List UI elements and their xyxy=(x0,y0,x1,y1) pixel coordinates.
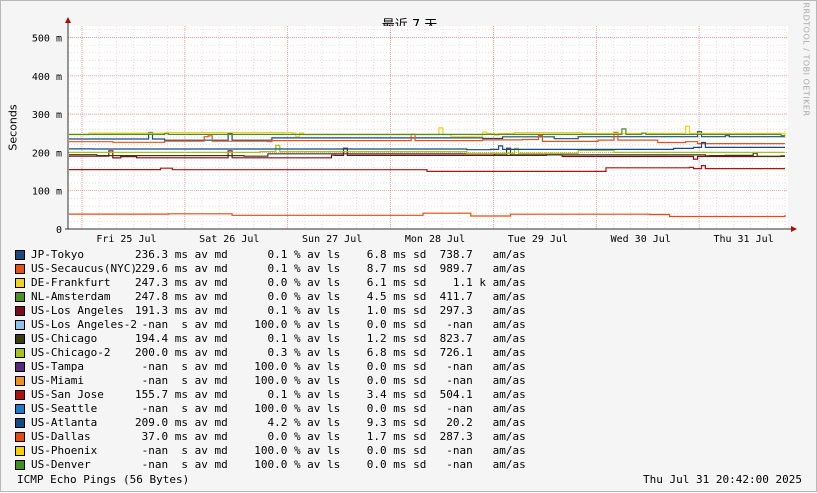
x-tick-label: Sun 27 Jul xyxy=(302,234,362,245)
legend-series-stats: -nan s av md 100.0 % av ls 0.0 ms sd -na… xyxy=(135,318,526,331)
legend-swatch xyxy=(15,278,25,288)
y-tick-label: 400 m xyxy=(32,72,62,83)
legend-series-stats: 194.4 ms av md 0.1 % av ls 1.2 ms sd 823… xyxy=(135,332,526,345)
legend-series-stats: 209.0 ms av md 4.2 % av ls 9.3 ms sd 20.… xyxy=(135,416,526,429)
legend-swatch xyxy=(15,460,25,470)
legend-swatch xyxy=(15,250,25,260)
legend-series-name: JP-Tokyo xyxy=(31,248,84,261)
legend-swatch xyxy=(15,390,25,400)
y-tick-label: 100 m xyxy=(32,187,62,198)
legend-series-name: DE-Frankfurt xyxy=(31,276,111,289)
x-tick-label: Mon 28 Jul xyxy=(405,234,465,245)
legend-series-name: US-Secaucus(NYC) xyxy=(31,262,137,275)
legend-series-stats: 229.6 ms av md 0.1 % av ls 8.7 ms sd 989… xyxy=(135,262,526,275)
x-tick-label: Thu 31 Jul xyxy=(713,234,773,245)
legend-series-stats: 247.3 ms av md 0.0 % av ls 6.1 ms sd 1.1… xyxy=(135,276,526,289)
legend-series-name: US-Phoenix xyxy=(31,444,98,457)
legend-series-name: US-Dallas xyxy=(31,430,91,443)
legend-series-stats: -nan s av md 100.0 % av ls 0.0 ms sd -na… xyxy=(135,458,526,471)
x-tick-label: Fri 25 Jul xyxy=(96,234,156,245)
legend-series-stats: -nan s av md 100.0 % av ls 0.0 ms sd -na… xyxy=(135,360,526,373)
y-tick-label: 0 xyxy=(56,225,62,236)
rrd-graph: 最近 7 天 Seconds RRDTOOL / TOBI OETIKER 01… xyxy=(0,0,817,492)
legend-series-name: US-Chicago-2 xyxy=(31,346,111,359)
legend-series-stats: 236.3 ms av md 0.1 % av ls 6.8 ms sd 738… xyxy=(135,248,526,261)
legend-swatch xyxy=(15,306,25,316)
legend-series-stats: 37.0 ms av md 0.0 % av ls 1.7 ms sd 287.… xyxy=(135,430,526,443)
legend-series-stats: 191.3 ms av md 0.1 % av ls 1.0 ms sd 297… xyxy=(135,304,526,317)
legend-swatch xyxy=(15,362,25,372)
legend-series-name: US-San Jose xyxy=(31,388,104,401)
legend-swatch xyxy=(15,446,25,456)
y-tick-label: 300 m xyxy=(32,110,62,121)
legend-swatch xyxy=(15,348,25,358)
legend-swatch xyxy=(15,292,25,302)
x-tick-label: Sat 26 Jul xyxy=(199,234,259,245)
legend-series-name: US-Chicago xyxy=(31,332,98,345)
legend-swatch xyxy=(15,418,25,428)
legend-series-name: US-Los Angeles xyxy=(31,304,124,317)
y-tick-label: 200 m xyxy=(32,148,62,159)
legend-series-stats: 200.0 ms av md 0.3 % av ls 6.8 ms sd 726… xyxy=(135,346,526,359)
legend-swatch xyxy=(15,376,25,386)
y-axis-arrow xyxy=(65,17,71,23)
y-tick-label: 500 m xyxy=(32,33,62,44)
x-tick-label: Tue 29 Jul xyxy=(508,234,568,245)
legend-series-stats: 247.8 ms av md 0.0 % av ls 4.5 ms sd 411… xyxy=(135,290,526,303)
legend-swatch xyxy=(15,320,25,330)
legend-series-stats: 155.7 ms av md 0.1 % av ls 3.4 ms sd 504… xyxy=(135,388,526,401)
legend-series-stats: -nan s av md 100.0 % av ls 0.0 ms sd -na… xyxy=(135,444,526,457)
legend-series-name: US-Tampa xyxy=(31,360,84,373)
legend-series-name: US-Miami xyxy=(31,374,84,387)
legend-series-stats: -nan s av md 100.0 % av ls 0.0 ms sd -na… xyxy=(135,374,526,387)
legend-swatch xyxy=(15,334,25,344)
legend-swatch xyxy=(15,432,25,442)
legend-swatch xyxy=(15,404,25,414)
legend-series-name: US-Los Angeles-2 xyxy=(31,318,137,331)
footer-description: ICMP Echo Pings (56 Bytes) xyxy=(17,473,190,486)
footer-timestamp: Thu Jul 31 20:42:00 2025 xyxy=(643,473,802,486)
legend-series-stats: -nan s av md 100.0 % av ls 0.0 ms sd -na… xyxy=(135,402,526,415)
legend-swatch xyxy=(15,264,25,274)
legend-series-name: NL-Amsterdam xyxy=(31,290,111,303)
x-axis-arrow xyxy=(791,226,797,232)
legend-series-name: US-Atlanta xyxy=(31,416,98,429)
x-tick-label: Wed 30 Jul xyxy=(611,234,671,245)
legend-series-name: US-Seattle xyxy=(31,402,98,415)
legend-series-name: US-Denver xyxy=(31,458,91,471)
